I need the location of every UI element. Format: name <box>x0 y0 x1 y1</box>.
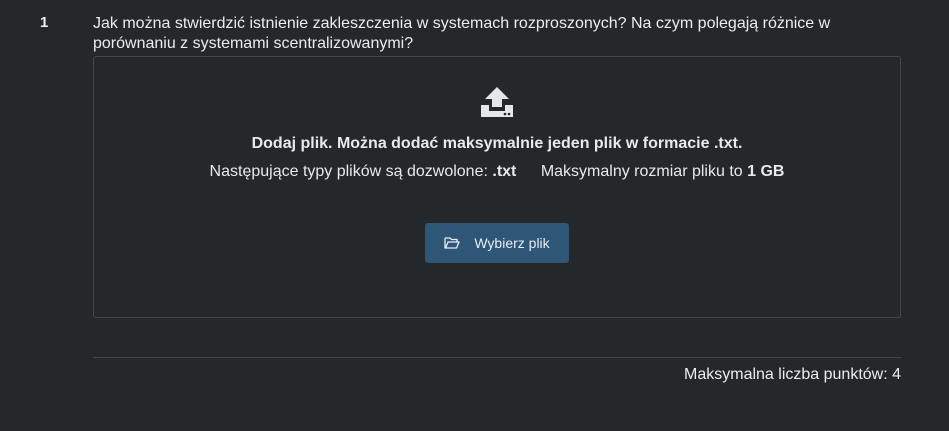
folder-open-icon <box>444 237 460 249</box>
upload-title: Dodaj plik. Można dodać maksymalnie jede… <box>251 135 743 152</box>
choose-file-button[interactable]: Wybierz plik <box>425 223 569 263</box>
max-size-value: 1 GB <box>747 163 785 180</box>
question-text: Jak można stwierdzić istnienie zakleszcz… <box>93 15 831 52</box>
divider <box>93 357 901 358</box>
max-size-label: Maksymalny rozmiar pliku to <box>540 163 743 180</box>
choose-file-label: Wybierz plik <box>474 235 550 251</box>
allowed-types-value: .txt <box>492 163 517 180</box>
file-dropzone[interactable]: Dodaj plik. Można dodać maksymalnie jede… <box>93 56 901 318</box>
question-number: 1 <box>40 14 49 31</box>
allowed-types-label: Następujące typy plików są dozwolone: <box>209 163 488 180</box>
max-points: Maksymalna liczba punktów: 4 <box>684 366 901 383</box>
question-panel: 1 Jak można stwierdzić istnienie zaklesz… <box>0 0 949 431</box>
upload-info: Następujące typy plików są dozwolone: .t… <box>94 163 900 181</box>
upload-icon <box>481 87 513 117</box>
